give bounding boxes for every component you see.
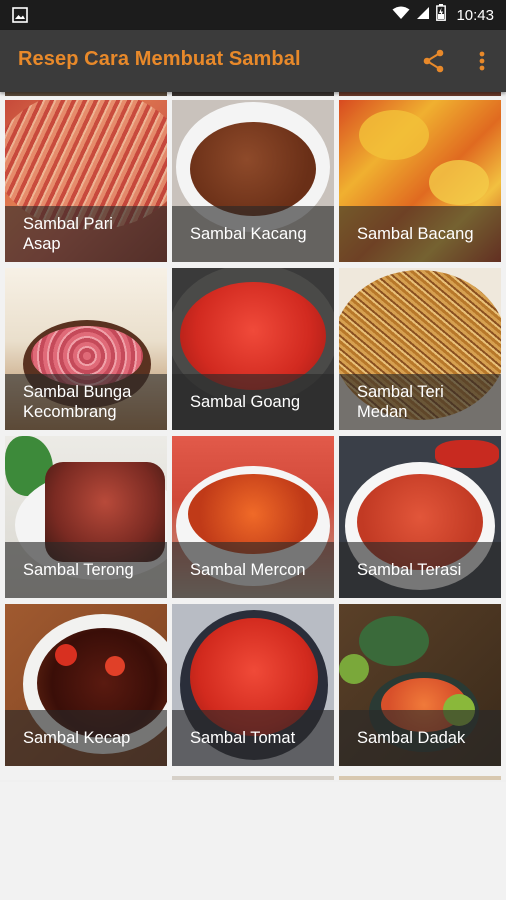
tile-peek (339, 92, 501, 96)
tile-peek (172, 92, 334, 96)
recipe-tile[interactable]: Sambal Terong (5, 436, 167, 598)
battery-icon (436, 4, 447, 26)
recipe-tile[interactable]: Sambal Teri Medan (339, 268, 501, 430)
recipe-tile[interactable]: Sambal Kacang (172, 100, 334, 262)
recipe-label: Sambal Pari Asap (23, 215, 113, 253)
image-icon (12, 7, 28, 28)
status-time: 10:43 (456, 6, 494, 24)
recipe-tile[interactable]: Sambal Terasi (339, 436, 501, 598)
recipe-grid: Sambal Pari Asap Sambal Kacang Sambal Ba… (0, 92, 506, 780)
tile-peek (172, 776, 334, 780)
recipe-label: Sambal Tomat (190, 729, 296, 747)
recipe-tile[interactable]: Sambal Bunga Kecombrang (5, 268, 167, 430)
empty-area (0, 782, 506, 900)
more-vert-icon[interactable] (472, 47, 492, 75)
recipe-tile[interactable]: Sambal Dadak (339, 604, 501, 766)
recipe-tile[interactable]: Sambal Pari Asap (5, 100, 167, 262)
recipe-tile[interactable]: Sambal Tomat (172, 604, 334, 766)
recipe-tile[interactable]: Sambal Mercon (172, 436, 334, 598)
recipe-tile[interactable]: Sambal Bacang (339, 100, 501, 262)
tile-peek (5, 92, 167, 96)
recipe-label: Sambal Kacang (190, 225, 307, 243)
recipe-label: Sambal Teri Medan (357, 383, 444, 421)
recipe-tile[interactable]: Sambal Kecap (5, 604, 167, 766)
recipe-label: Sambal Terasi (357, 561, 462, 579)
signal-icon (416, 6, 430, 25)
wifi-icon (392, 6, 410, 25)
app-bar: Resep Cara Membuat Sambal (0, 30, 506, 92)
recipe-label: Sambal Bunga Kecombrang (23, 383, 132, 421)
tile-peek (339, 776, 501, 780)
recipe-label: Sambal Goang (190, 393, 301, 411)
status-bar: 10:43 (0, 0, 506, 30)
recipe-label: Sambal Terong (23, 561, 134, 579)
recipe-label: Sambal Kecap (23, 729, 131, 747)
recipe-tile[interactable]: Sambal Goang (172, 268, 334, 430)
share-icon[interactable] (420, 47, 448, 75)
recipe-label: Sambal Bacang (357, 225, 474, 243)
recipe-label: Sambal Dadak (357, 729, 466, 747)
recipe-label: Sambal Mercon (190, 561, 306, 579)
app-title: Resep Cara Membuat Sambal (18, 48, 301, 70)
